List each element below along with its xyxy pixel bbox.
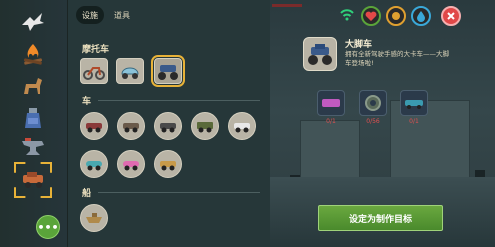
campfire-icon bbox=[23, 44, 43, 65]
health-bar bbox=[272, 4, 302, 7]
jeep-icon bbox=[197, 122, 213, 133]
requirement-count-3: 0/1 bbox=[409, 118, 419, 125]
item-car-1[interactable] bbox=[80, 112, 108, 140]
requirement-slot-3[interactable] bbox=[400, 90, 428, 116]
monster-truck-icon bbox=[308, 44, 332, 65]
car-icon bbox=[86, 123, 102, 133]
crafting-list-panel: 设施 道具 摩托车 车 船 bbox=[68, 0, 270, 247]
section-title-motorcycle: 摩托车 bbox=[82, 45, 110, 55]
health-status bbox=[361, 6, 381, 26]
world-building bbox=[300, 120, 360, 180]
requirement-count-1: 0/1 bbox=[326, 118, 336, 125]
item-motorcycle-2[interactable] bbox=[116, 58, 144, 84]
car-icon bbox=[234, 123, 250, 133]
food-icon bbox=[392, 12, 400, 20]
item-motorcycle-1[interactable] bbox=[80, 58, 108, 84]
boat-icon bbox=[86, 213, 102, 223]
requirement-slot-2[interactable] bbox=[359, 90, 387, 116]
car-icon bbox=[160, 161, 176, 171]
section-divider bbox=[98, 100, 260, 101]
set-craft-target-button[interactable]: 设定为制作目标 bbox=[318, 205, 443, 231]
item-car-2[interactable] bbox=[117, 112, 145, 140]
section-divider bbox=[98, 192, 260, 193]
item-car-8[interactable] bbox=[154, 150, 182, 178]
monster-truck-icon bbox=[158, 65, 178, 80]
close-icon bbox=[447, 12, 455, 20]
water-drop-icon bbox=[417, 11, 425, 22]
detail-title: 大脚车 bbox=[345, 40, 373, 50]
potion-icon bbox=[25, 108, 41, 128]
tab-label: 道具 bbox=[114, 10, 130, 20]
thirst-status bbox=[411, 6, 431, 26]
tab-facilities[interactable]: 设施 bbox=[76, 6, 104, 24]
category-horse[interactable] bbox=[18, 72, 48, 100]
gear-part-icon bbox=[365, 95, 381, 111]
item-car-5[interactable] bbox=[228, 112, 256, 140]
tab-label: 设施 bbox=[82, 10, 98, 20]
category-anvil[interactable] bbox=[18, 134, 48, 162]
vehicle-icon bbox=[23, 172, 43, 188]
item-car-3[interactable] bbox=[154, 112, 182, 140]
scooter-icon bbox=[121, 67, 139, 79]
detail-item-icon bbox=[303, 37, 337, 71]
motorcycle-icon bbox=[83, 67, 105, 80]
close-button[interactable] bbox=[441, 6, 461, 26]
panel-tabs: 设施 道具 bbox=[76, 6, 136, 24]
section-title-car: 车 bbox=[82, 97, 92, 107]
category-vehicle[interactable] bbox=[18, 166, 48, 194]
category-bird[interactable] bbox=[18, 8, 48, 36]
bird-icon bbox=[22, 13, 44, 31]
more-button[interactable]: ••• bbox=[36, 215, 60, 239]
item-car-4[interactable] bbox=[191, 112, 219, 140]
heart-icon bbox=[365, 11, 377, 21]
signal-icon bbox=[339, 6, 355, 25]
car-icon bbox=[160, 123, 176, 133]
hunger-status bbox=[386, 6, 406, 26]
horse-icon bbox=[24, 78, 42, 94]
craft-button-label: 设定为制作目标 bbox=[348, 214, 412, 225]
category-potion[interactable] bbox=[18, 104, 48, 132]
category-sidebar: ••• bbox=[0, 0, 68, 247]
category-campfire[interactable] bbox=[18, 40, 48, 68]
item-car-7[interactable] bbox=[117, 150, 145, 178]
item-car-6[interactable] bbox=[80, 150, 108, 178]
car-icon bbox=[86, 161, 102, 171]
section-title-boat: 船 bbox=[82, 189, 92, 199]
tab-items[interactable]: 道具 bbox=[108, 6, 136, 24]
more-button-label: ••• bbox=[37, 220, 59, 234]
car-icon bbox=[123, 161, 139, 171]
item-boat-1[interactable] bbox=[80, 204, 108, 232]
material-icon bbox=[322, 99, 340, 107]
anvil-icon bbox=[22, 138, 44, 155]
requirement-count-2: 0/56 bbox=[366, 118, 380, 125]
requirement-slot-1[interactable] bbox=[317, 90, 345, 116]
item-bigfoot-truck[interactable] bbox=[151, 55, 185, 87]
car-icon bbox=[123, 123, 139, 133]
car-part-icon bbox=[405, 100, 423, 109]
detail-description: 拥有全新驾驶手感的大卡车——大脚车登场啦! bbox=[345, 50, 449, 67]
